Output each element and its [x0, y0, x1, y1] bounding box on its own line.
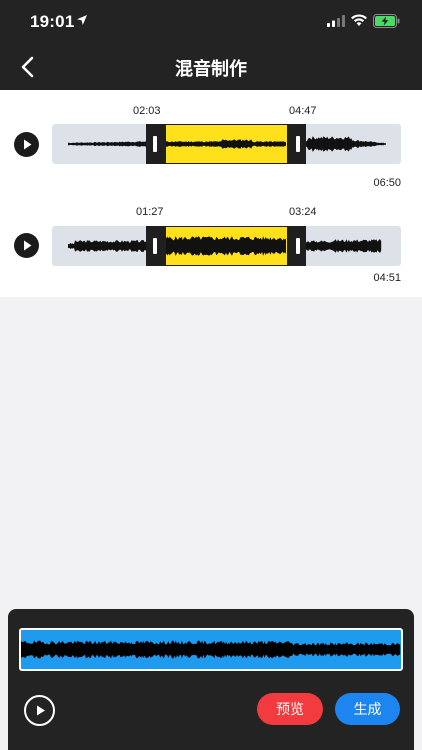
track-2-total-duration: 04:51	[373, 272, 401, 284]
track-1-play-button[interactable]	[14, 132, 39, 157]
mix-panel: 预览 生成	[8, 609, 414, 750]
mix-waveform[interactable]	[19, 628, 403, 671]
track-1-left-handle[interactable]	[153, 136, 157, 152]
track-2: 01:27 03:24 04:51	[0, 191, 422, 291]
track-2-left-handle[interactable]	[153, 238, 157, 254]
status-time: 19:01	[30, 12, 75, 31]
track-1-waveform[interactable]	[52, 124, 401, 164]
track-2-play-button[interactable]	[14, 233, 39, 258]
wifi-icon	[351, 14, 367, 26]
play-icon	[37, 705, 45, 716]
cellular-signal-icon	[327, 15, 345, 27]
track-2-right-handle[interactable]	[296, 238, 300, 254]
track-2-waveform[interactable]	[52, 226, 401, 266]
play-icon	[24, 240, 32, 251]
track-2-selection-end: 03:24	[289, 206, 317, 218]
track-1-total-duration: 06:50	[373, 177, 401, 189]
nav-bar: 混音制作	[0, 44, 422, 90]
location-arrow-icon	[77, 15, 87, 25]
track-1-selection-start: 02:03	[133, 105, 161, 117]
track-1-selection-end: 04:47	[289, 105, 317, 117]
tracks-panel: 02:03 04:47 06:50 01:27 03:24 04:51	[0, 90, 422, 297]
preview-button[interactable]: 预览	[257, 693, 323, 725]
play-icon	[24, 139, 32, 150]
status-bar: 19:01	[0, 0, 422, 44]
generate-button[interactable]: 生成	[335, 693, 400, 725]
track-2-selection-start: 01:27	[136, 206, 164, 218]
track-1: 02:03 04:47 06:50	[0, 90, 422, 190]
mix-play-button[interactable]	[24, 695, 55, 726]
battery-charging-icon	[373, 14, 400, 28]
page-title: 混音制作	[175, 59, 247, 79]
track-1-right-handle[interactable]	[296, 136, 300, 152]
